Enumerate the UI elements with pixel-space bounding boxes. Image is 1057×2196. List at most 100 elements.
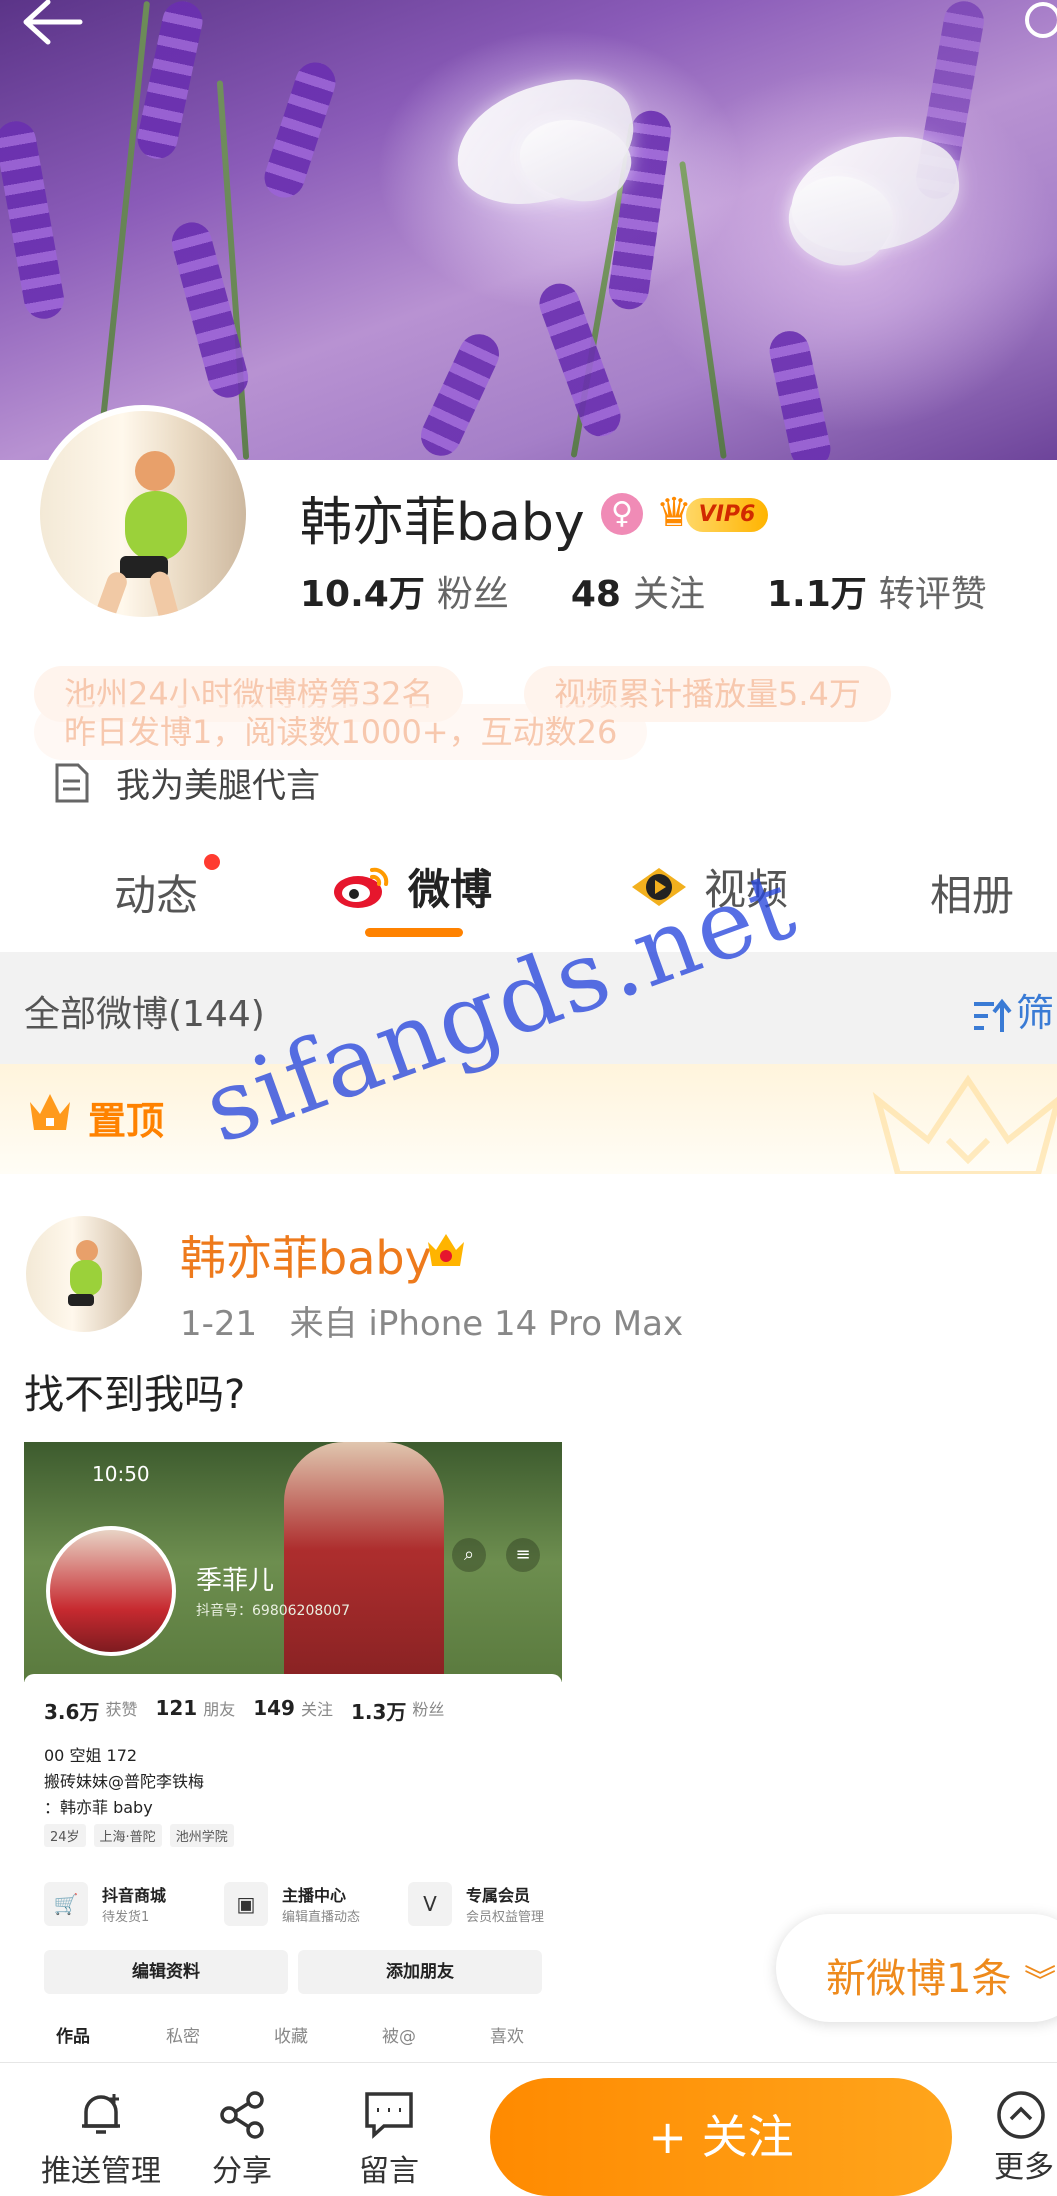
- stat-value: 48: [570, 574, 621, 615]
- image-stat-label: 粉丝: [412, 1700, 445, 1719]
- post-date: 1-21: [180, 1304, 258, 1344]
- vip-crown-icon: [428, 1234, 464, 1266]
- vip-badge[interactable]: VIP6 ♛: [656, 490, 770, 538]
- avatar[interactable]: [34, 405, 252, 623]
- image-tab: 喜欢: [490, 2027, 524, 2047]
- crown-watermark-icon: [872, 1074, 1057, 1174]
- image-chip: 上海·普陀: [93, 1824, 162, 1847]
- post-text: 找不到我吗?: [24, 1372, 246, 1418]
- image-tab: 私密: [166, 2027, 200, 2047]
- profile-description: 我为美腿代言: [54, 758, 320, 807]
- crown-icon: ♛: [656, 490, 692, 536]
- service-sub: 会员权益管理: [466, 1910, 545, 1925]
- follow-button[interactable]: + 关注: [490, 2078, 952, 2196]
- image-stat-label: 关注: [300, 1700, 333, 1719]
- message-button[interactable]: 留言: [352, 2088, 426, 2190]
- image-tab: 收藏: [274, 2027, 308, 2047]
- tab-label: 微博: [408, 865, 493, 914]
- profile-tabs: 动态 微博 视频 相册: [0, 840, 1057, 950]
- share-button[interactable]: 分享: [206, 2088, 278, 2190]
- female-gender-icon: ♀: [601, 493, 643, 535]
- image-service-mall: 🛒 抖音商城待发货1: [44, 1882, 166, 1926]
- image-profile-panel: [24, 1674, 562, 2062]
- share-label: 分享: [212, 2154, 272, 2189]
- image-tab: 作品: [56, 2027, 90, 2047]
- image-add-friend-button: 添加朋友: [298, 1950, 542, 1994]
- back-arrow-icon[interactable]: [18, 0, 88, 50]
- image-avatar: [46, 1526, 176, 1656]
- filter-label: 筛: [1016, 991, 1055, 1035]
- post-author-avatar[interactable]: [26, 1216, 142, 1332]
- filter-button[interactable]: 筛: [972, 982, 1054, 1037]
- crown-icon: [30, 1094, 70, 1130]
- stat-label: 转评赞: [878, 574, 987, 615]
- image-bio-line: ：韩亦菲 baby: [44, 1798, 153, 1817]
- new-weibo-text: 新微博1条: [826, 1956, 1012, 2002]
- image-profile-id: 抖音号：69806208007: [196, 1603, 350, 1619]
- cart-icon: 🛒: [44, 1882, 88, 1926]
- image-time: 10:50: [92, 1462, 150, 1486]
- profile-name: 韩亦菲baby: [300, 493, 585, 553]
- image-chip: 池州学院: [169, 1824, 234, 1847]
- image-edit-profile-button: 编辑资料: [44, 1950, 288, 1994]
- service-sub: 编辑直播动态: [282, 1910, 361, 1925]
- cover-banner: [0, 0, 1057, 460]
- image-stat-label: 获赞: [105, 1700, 138, 1719]
- post-image[interactable]: 10:50 季菲儿 抖音号：69806208007 ⌕ ≡ 3.6万 获赞 121…: [24, 1442, 562, 2062]
- image-tab: 被@: [382, 2027, 416, 2047]
- weibo-logo-icon: [334, 867, 389, 908]
- unread-dot: [204, 854, 220, 870]
- image-bio-line: 搬砖妹妹@普陀李铁梅: [44, 1772, 205, 1791]
- tag-daily-activity[interactable]: 昨日发博1，阅读数1000+，互动数26: [34, 704, 648, 760]
- stat-label: 关注: [632, 574, 705, 615]
- push-label: 推送管理: [41, 2154, 161, 2189]
- post-source: 来自 iPhone 14 Pro Max: [289, 1304, 684, 1344]
- more-button[interactable]: 更多: [994, 2088, 1056, 2186]
- tab-weibo[interactable]: 微博: [332, 856, 492, 917]
- image-service-anchor: ▣ 主播中心编辑直播动态: [224, 1882, 360, 1926]
- image-service-member: V 专属会员 会员权益管理: [408, 1882, 544, 1926]
- service-title: 抖音商城: [102, 1886, 167, 1905]
- message-label: 留言: [359, 2154, 419, 2189]
- service-title: 主播中心: [282, 1886, 347, 1905]
- post-author-name[interactable]: 韩亦菲baby: [180, 1222, 432, 1288]
- image-stats: 3.6万 获赞 121 朋友 149 关注 1.3万 粉丝: [44, 1696, 462, 1725]
- tab-label: 动态: [114, 871, 199, 920]
- chat-icon: [365, 2092, 413, 2139]
- stat-fans[interactable]: 10.4万 粉丝: [300, 565, 509, 617]
- document-icon: [55, 763, 89, 802]
- image-menu-icon: ≡: [506, 1538, 540, 1572]
- profile-stats: 10.4万 粉丝 48 关注 1.1万 转评赞: [300, 565, 1049, 617]
- share-icon: [220, 2091, 264, 2139]
- stat-value: 10.4万: [300, 574, 425, 615]
- active-tab-indicator: [365, 928, 463, 937]
- push-settings-button[interactable]: 推送管理: [36, 2088, 166, 2190]
- service-sub: 待发货1: [102, 1910, 150, 1925]
- image-search-icon: ⌕: [452, 1538, 486, 1572]
- image-portrait: [284, 1442, 444, 1682]
- image-chips: 24岁 上海·普陀 池州学院: [44, 1824, 242, 1847]
- tab-activity[interactable]: 动态: [114, 862, 198, 923]
- tv-icon: ▣: [224, 1882, 268, 1926]
- stat-following[interactable]: 48 关注: [571, 565, 705, 617]
- image-profile-name: 季菲儿: [196, 1566, 275, 1596]
- search-icon[interactable]: [1025, 2, 1057, 38]
- post-meta: 1-21 来自 iPhone 14 Pro Max: [180, 1296, 683, 1345]
- stat-value: 1.1万: [766, 574, 867, 615]
- image-chip: 24岁: [44, 1824, 86, 1847]
- tab-label: 相册: [930, 871, 1015, 920]
- image-stat-value: 3.6万: [44, 1700, 100, 1724]
- vip-label: VIP6: [686, 498, 768, 532]
- image-stat-value: 149: [253, 1696, 295, 1720]
- image-stat-value: 121: [155, 1696, 198, 1720]
- all-weibo-count: 全部微博(144): [24, 994, 265, 1035]
- sort-icon: [974, 998, 1012, 1032]
- stat-interactions[interactable]: 1.1万 转评赞: [767, 565, 987, 617]
- bell-plus-icon: [82, 2094, 120, 2134]
- pinned-label: 置顶: [88, 1099, 165, 1143]
- chevron-down-icon: ︾: [1024, 1962, 1057, 2000]
- vee-icon: V: [408, 1882, 452, 1926]
- new-weibo-label[interactable]: 新微博1条 ︾: [826, 1946, 1056, 2004]
- image-stat-value: 1.3万: [350, 1700, 407, 1724]
- tab-album[interactable]: 相册: [930, 862, 1014, 923]
